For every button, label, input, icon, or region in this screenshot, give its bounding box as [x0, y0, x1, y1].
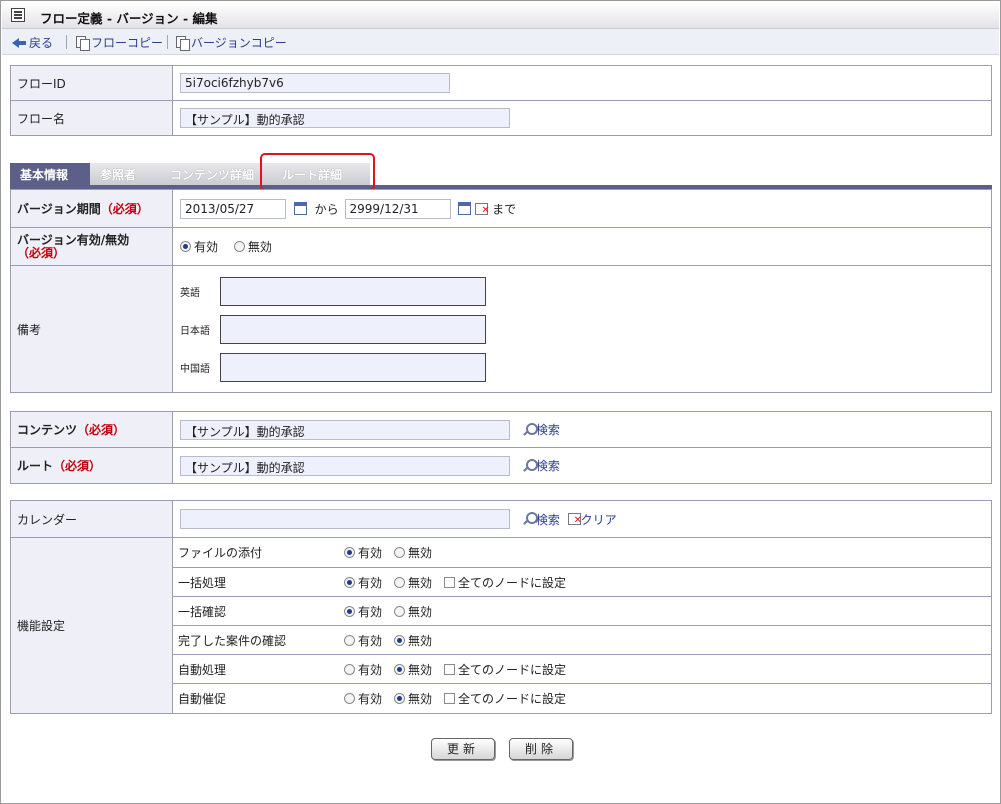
back-arrow-icon: [12, 37, 26, 48]
feature-off-radio[interactable]: [394, 692, 406, 704]
tab-basic-info[interactable]: 基本情報: [10, 163, 96, 187]
feature-off-radio[interactable]: [394, 605, 406, 617]
remarks-en-textarea[interactable]: [220, 276, 486, 306]
calendar-field: [180, 509, 510, 529]
feature-on-radio[interactable]: [344, 692, 355, 704]
version-period-label: バージョン期間（必須）: [10, 189, 173, 228]
flow-info-table: フローID 5i7oci6fzhyb7v6 フロー名 【サンプル】動的承認: [10, 65, 992, 136]
feature-on-radio[interactable]: [344, 663, 355, 675]
calendar-label: カレンダー: [10, 500, 173, 538]
back-button[interactable]: 戻る: [12, 34, 53, 51]
version-table: バージョン期間（必須） 2013/05/27 から 2999/12/31 まで …: [10, 189, 992, 393]
flow-name-label: フロー名: [10, 100, 173, 136]
search-icon: [522, 512, 538, 526]
flow-id-label: フローID: [10, 65, 173, 101]
feature-row-batch-process: 一括処理 有効 無効 全てのノードに設定: [173, 567, 991, 597]
search-icon: [522, 422, 538, 437]
all-nodes-checkbox[interactable]: [444, 663, 456, 675]
calendar-icon[interactable]: [293, 202, 307, 215]
end-date-input[interactable]: 2999/12/31: [344, 198, 451, 219]
search-icon: [522, 458, 538, 473]
content-route-table: コンテンツ（必須） 【サンプル】動的承認 検索 ルート（必須） 【サンプル】動的…: [10, 411, 992, 484]
feature-row-completed-confirm: 完了した案件の確認 有効 無効: [173, 625, 991, 655]
copy-icon: [176, 36, 190, 51]
settings-table: カレンダー 検索 クリア 機能設定 ファイルの添付 有効無効 一括処理 有効無効…: [10, 500, 992, 714]
flow-id-field: 5i7oci6fzhyb7v6: [180, 73, 450, 93]
page-title: フロー定義 - バージョン - 編集: [40, 11, 218, 26]
document-icon: [11, 8, 25, 22]
remarks-zh-textarea[interactable]: [220, 352, 486, 382]
feature-off-radio[interactable]: [394, 547, 406, 559]
remarks-ja-textarea[interactable]: [220, 314, 486, 344]
feature-row-batch-confirm: 一括確認 有効 無効: [173, 596, 991, 626]
calendar-clear-link[interactable]: クリア: [564, 512, 617, 527]
tab-viewers[interactable]: 参照者: [90, 163, 170, 187]
delete-button[interactable]: 削除: [509, 738, 573, 760]
feature-row-auto-process: 自動処理 有効 無効 全てのノードに設定: [173, 654, 991, 684]
content-label: コンテンツ（必須）: [10, 411, 173, 448]
version-valid-label: バージョン有効/無効 （必須）: [10, 227, 173, 266]
calendar-icon[interactable]: [458, 202, 472, 215]
flow-copy-button[interactable]: フローコピー: [76, 34, 163, 51]
version-valid-radio[interactable]: [180, 241, 191, 252]
toolbar-divider: [66, 35, 67, 49]
feature-off-radio[interactable]: [394, 663, 406, 675]
toolbar-divider: [167, 35, 168, 49]
feature-on-radio[interactable]: [344, 634, 355, 646]
content-field: 【サンプル】動的承認: [180, 419, 510, 440]
route-search-link[interactable]: 検索: [514, 458, 560, 473]
all-nodes-checkbox[interactable]: [444, 692, 456, 704]
feature-off-radio[interactable]: [394, 634, 406, 646]
flow-name-field: 【サンプル】動的承認: [180, 108, 510, 128]
highlight-box: [260, 153, 375, 191]
title-bar: フロー定義 - バージョン - 編集: [2, 2, 999, 29]
all-nodes-checkbox[interactable]: [444, 576, 456, 588]
version-copy-button[interactable]: バージョンコピー: [176, 34, 287, 51]
remarks-label: 備考: [10, 265, 173, 393]
feature-on-radio[interactable]: [344, 605, 355, 617]
clear-icon: [567, 513, 582, 526]
calendar-search-link[interactable]: 検索: [514, 512, 560, 527]
update-button[interactable]: 更新: [431, 738, 495, 760]
clear-date-icon[interactable]: [475, 202, 490, 216]
copy-icon: [76, 36, 90, 51]
toolbar: 戻る フローコピー バージョンコピー: [2, 29, 999, 55]
start-date-input[interactable]: 2013/05/27: [180, 198, 286, 219]
content-search-link[interactable]: 検索: [514, 422, 560, 437]
main-frame: フロー定義 - バージョン - 編集 戻る フローコピー バージョンコピー フロ…: [0, 0, 1001, 804]
tab-bar: 基本情報 参照者 コンテンツ詳細 ルート詳細: [10, 159, 992, 189]
route-label: ルート（必須）: [10, 447, 173, 484]
route-field: 【サンプル】動的承認: [180, 455, 510, 476]
feature-on-radio[interactable]: [344, 547, 355, 559]
feature-row-attach: ファイルの添付 有効 無効: [173, 538, 991, 568]
version-invalid-radio[interactable]: [233, 241, 245, 252]
feature-on-radio[interactable]: [344, 576, 355, 588]
feature-row-auto-remind: 自動催促 有効 無効 全てのノードに設定: [178, 691, 567, 706]
features-label: 機能設定: [10, 537, 173, 714]
feature-off-radio[interactable]: [394, 576, 406, 588]
features-list: ファイルの添付 有効 無効 一括処理 有効 無効 全てのノードに設定 一括確認 有効無…: [173, 538, 991, 713]
